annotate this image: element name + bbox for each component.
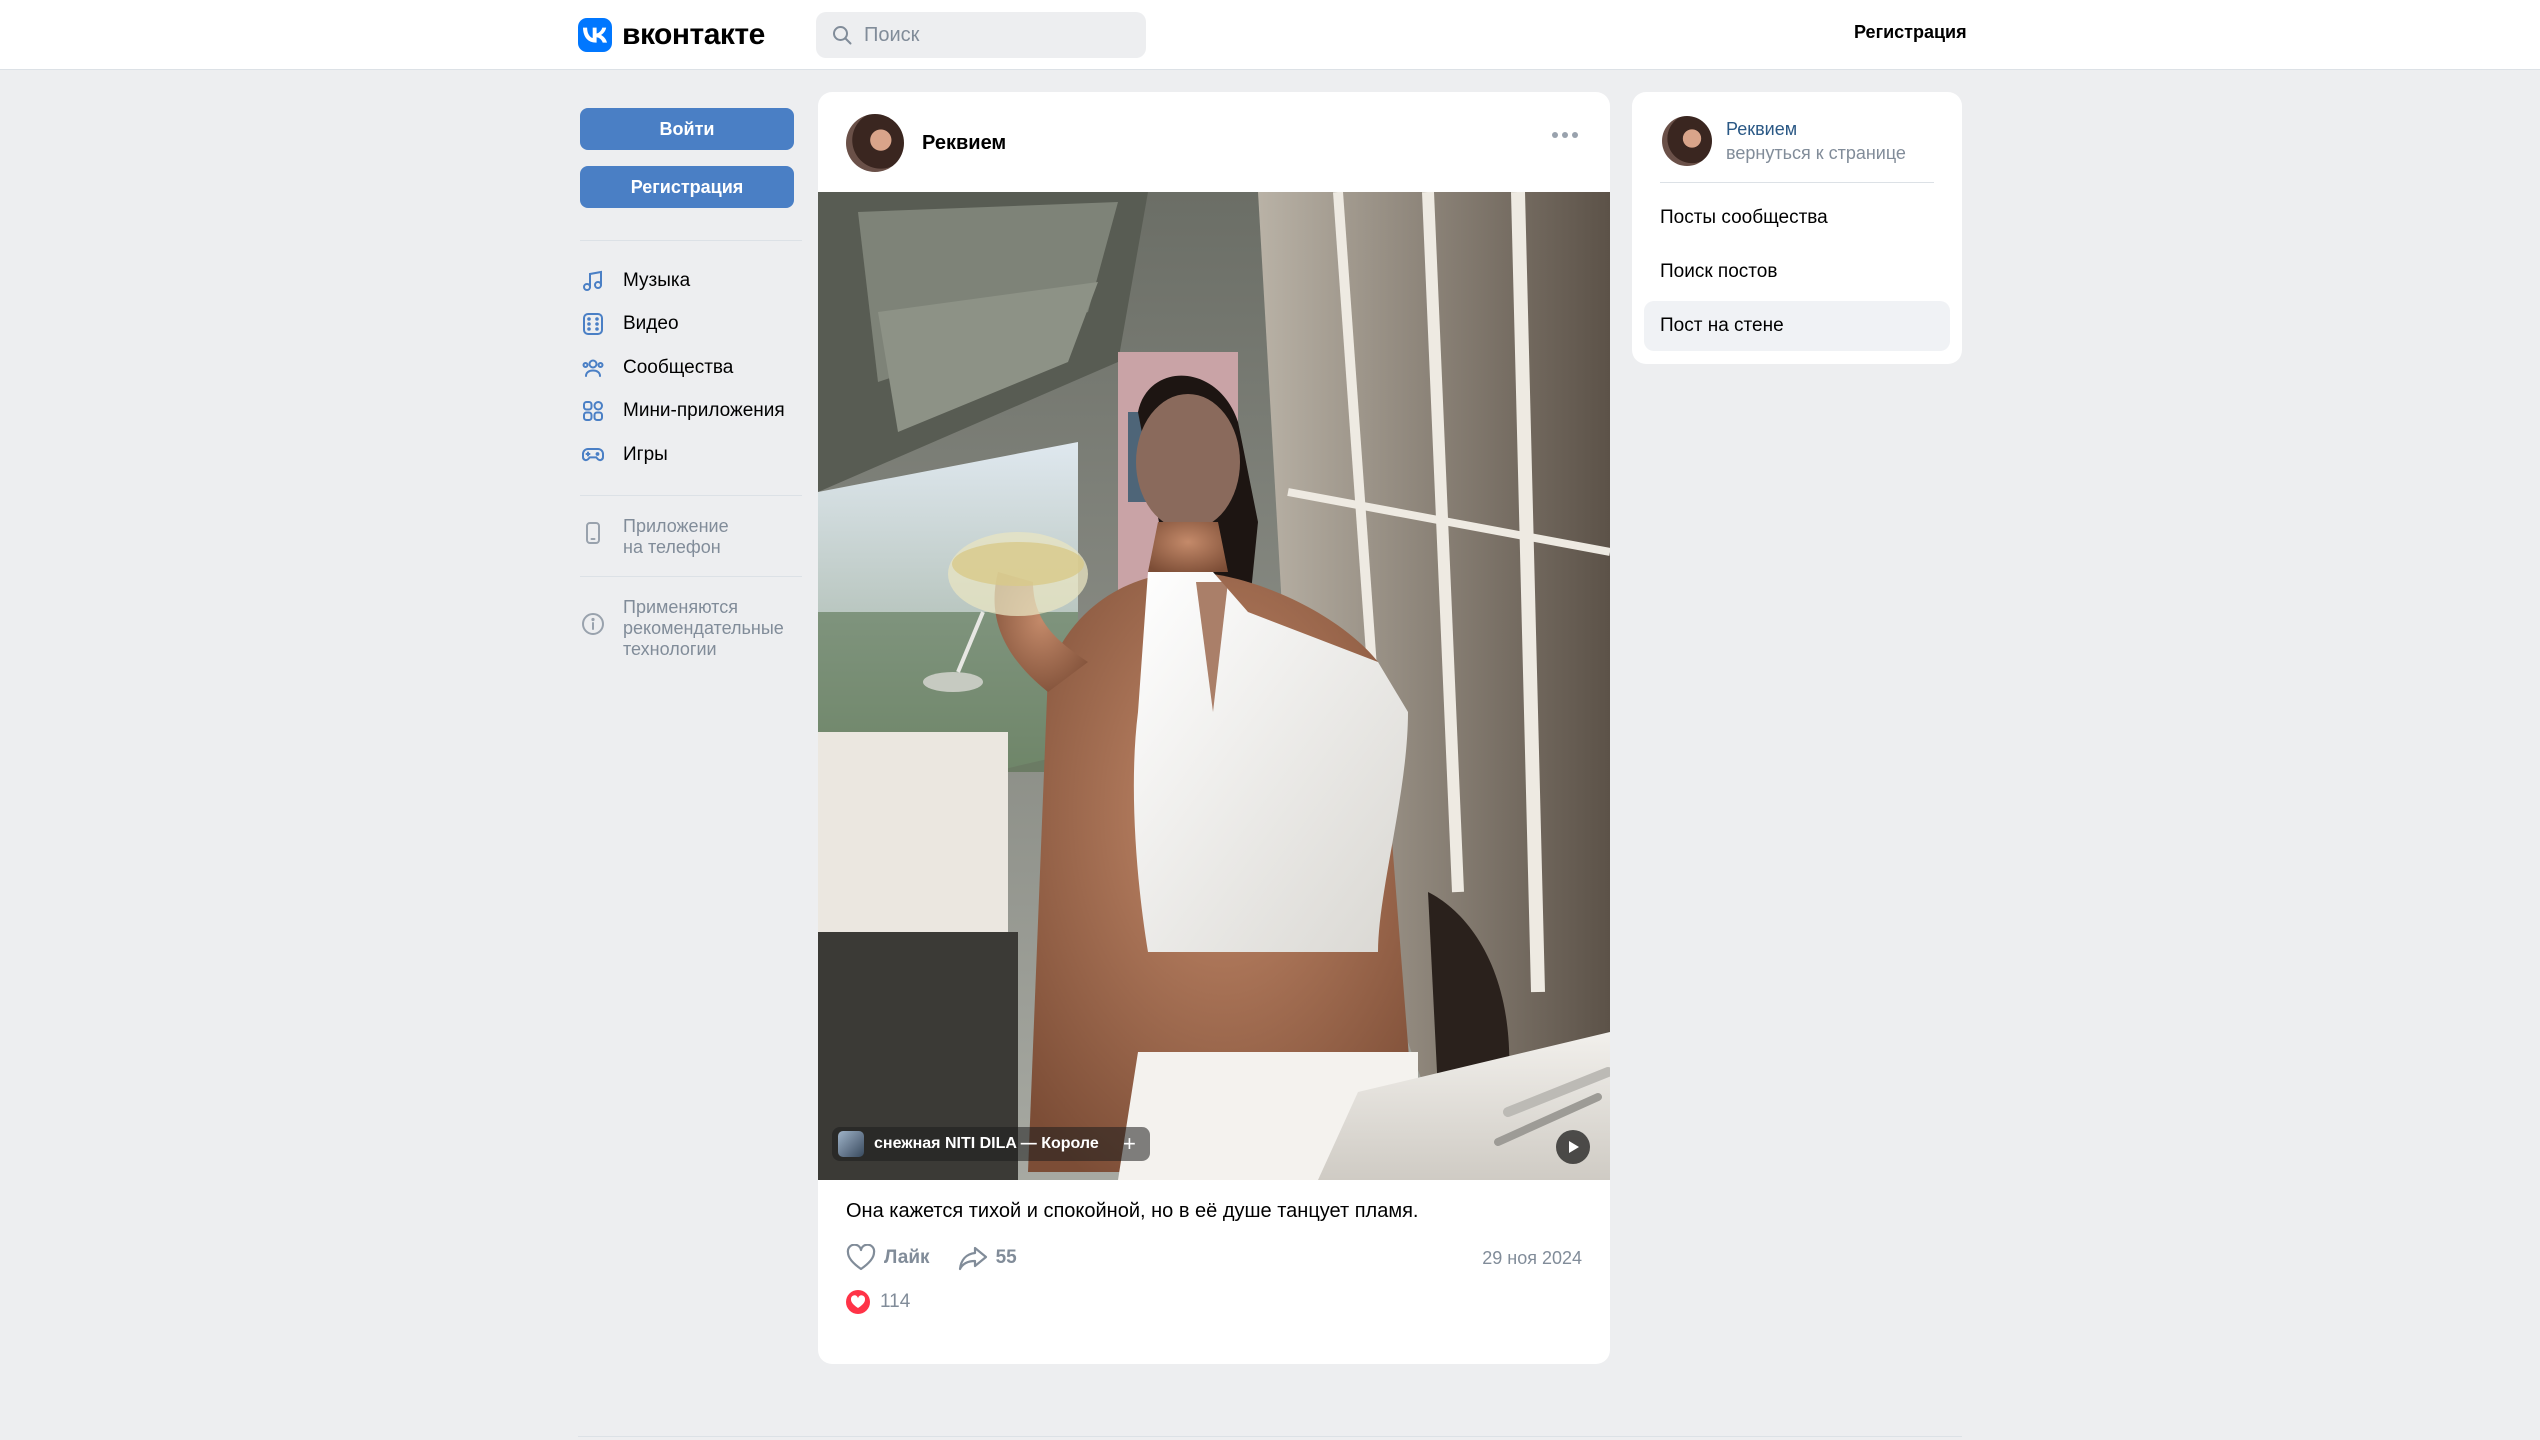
heart-outline-icon <box>846 1244 876 1271</box>
post-date[interactable]: 29 ноя 2024 <box>1482 1248 1582 1269</box>
like-label: Лайк <box>884 1247 930 1268</box>
reactions-count: 114 <box>880 1291 911 1312</box>
author-avatar[interactable] <box>846 114 904 172</box>
footer-divider <box>578 1436 1962 1437</box>
mobile-app-link[interactable]: Приложение на телефон <box>580 496 802 558</box>
share-button[interactable]: 55 <box>958 1245 1017 1271</box>
vk-logo-icon <box>578 18 612 52</box>
top-bar: вконтакте Регистрация <box>0 0 2540 70</box>
add-track-icon[interactable]: + <box>1123 1131 1136 1157</box>
sidebar-item-games[interactable]: Игры <box>580 433 802 477</box>
music-track-chip[interactable]: снежная NITI DILA — Короле + <box>832 1127 1150 1161</box>
post-author[interactable]: Реквием <box>922 132 1006 155</box>
photo-image <box>818 192 1610 1180</box>
header-register-link[interactable]: Регистрация <box>1854 22 1967 43</box>
nav-wall-post[interactable]: Пост на стене <box>1644 301 1950 351</box>
sidebar-item-mini-apps[interactable]: Мини-приложения <box>580 390 802 434</box>
track-title: снежная NITI DILA — Короле <box>874 1135 1099 1152</box>
more-options-icon[interactable] <box>1552 132 1578 138</box>
video-icon <box>580 311 606 337</box>
play-icon[interactable] <box>1556 1130 1590 1164</box>
divider <box>580 240 802 241</box>
search-input[interactable] <box>864 23 1124 47</box>
nav-search-posts[interactable]: Поиск постов <box>1644 247 1950 297</box>
share-icon <box>958 1246 987 1271</box>
sidebar-item-label: Мини-приложения <box>623 400 785 422</box>
recommendation-label: Применяются рекомендательные технологии <box>623 596 784 659</box>
phone-icon <box>580 520 606 546</box>
music-icon <box>580 268 606 294</box>
info-icon <box>580 611 606 637</box>
post-header: Реквием <box>846 114 1006 172</box>
register-button[interactable]: Регистрация <box>580 166 794 208</box>
right-nav-card: Реквием вернуться к странице Посты сообщ… <box>1632 92 1962 364</box>
left-sidebar: Войти Регистрация Музыка Видео Сообществ… <box>580 108 802 660</box>
search-box[interactable] <box>816 12 1146 58</box>
search-icon <box>833 26 852 45</box>
sidebar-item-label: Музыка <box>623 269 691 291</box>
post-photo[interactable]: снежная NITI DILA — Короле + <box>818 192 1610 1180</box>
recommendation-info[interactable]: Применяются рекомендательные технологии <box>580 577 802 660</box>
sidebar-item-communities[interactable]: Сообщества <box>580 346 802 390</box>
community-name: Реквием <box>1726 119 1798 139</box>
sidebar-item-video[interactable]: Видео <box>580 303 802 347</box>
divider <box>1660 182 1934 183</box>
post-actions: Лайк 55 29 ноя 2024 <box>846 1240 1582 1276</box>
logo-text: вконтакте <box>622 18 765 51</box>
community-link[interactable]: Реквием вернуться к странице <box>1662 116 1906 166</box>
login-button[interactable]: Войти <box>580 108 794 150</box>
vk-logo[interactable]: вконтакте <box>578 18 765 52</box>
back-to-page-label: вернуться к странице <box>1726 143 1906 163</box>
share-count: 55 <box>995 1247 1017 1268</box>
reactions-summary[interactable]: 114 <box>846 1290 910 1314</box>
community-avatar <box>1662 116 1712 166</box>
post-text: Она кажется тихой и спокойной, но в её д… <box>846 1200 1419 1222</box>
post-card: Реквием снежная NITI DILA — Короле + Она… <box>818 92 1610 1364</box>
sidebar-menu: Музыка Видео Сообщества Мини-приложения … <box>580 259 802 477</box>
track-cover <box>838 1131 864 1157</box>
mobile-app-label: Приложение на телефон <box>623 515 729 557</box>
mini-apps-icon <box>580 398 606 424</box>
sidebar-item-label: Игры <box>623 443 668 465</box>
heart-filled-icon <box>846 1290 870 1314</box>
sidebar-item-label: Видео <box>623 313 679 335</box>
games-icon <box>580 442 606 468</box>
sidebar-item-label: Сообщества <box>623 356 734 378</box>
nav-community-posts[interactable]: Посты сообщества <box>1644 193 1950 243</box>
sidebar-item-music[interactable]: Музыка <box>580 259 802 303</box>
communities-icon <box>580 355 606 381</box>
like-button[interactable]: Лайк <box>846 1244 930 1272</box>
